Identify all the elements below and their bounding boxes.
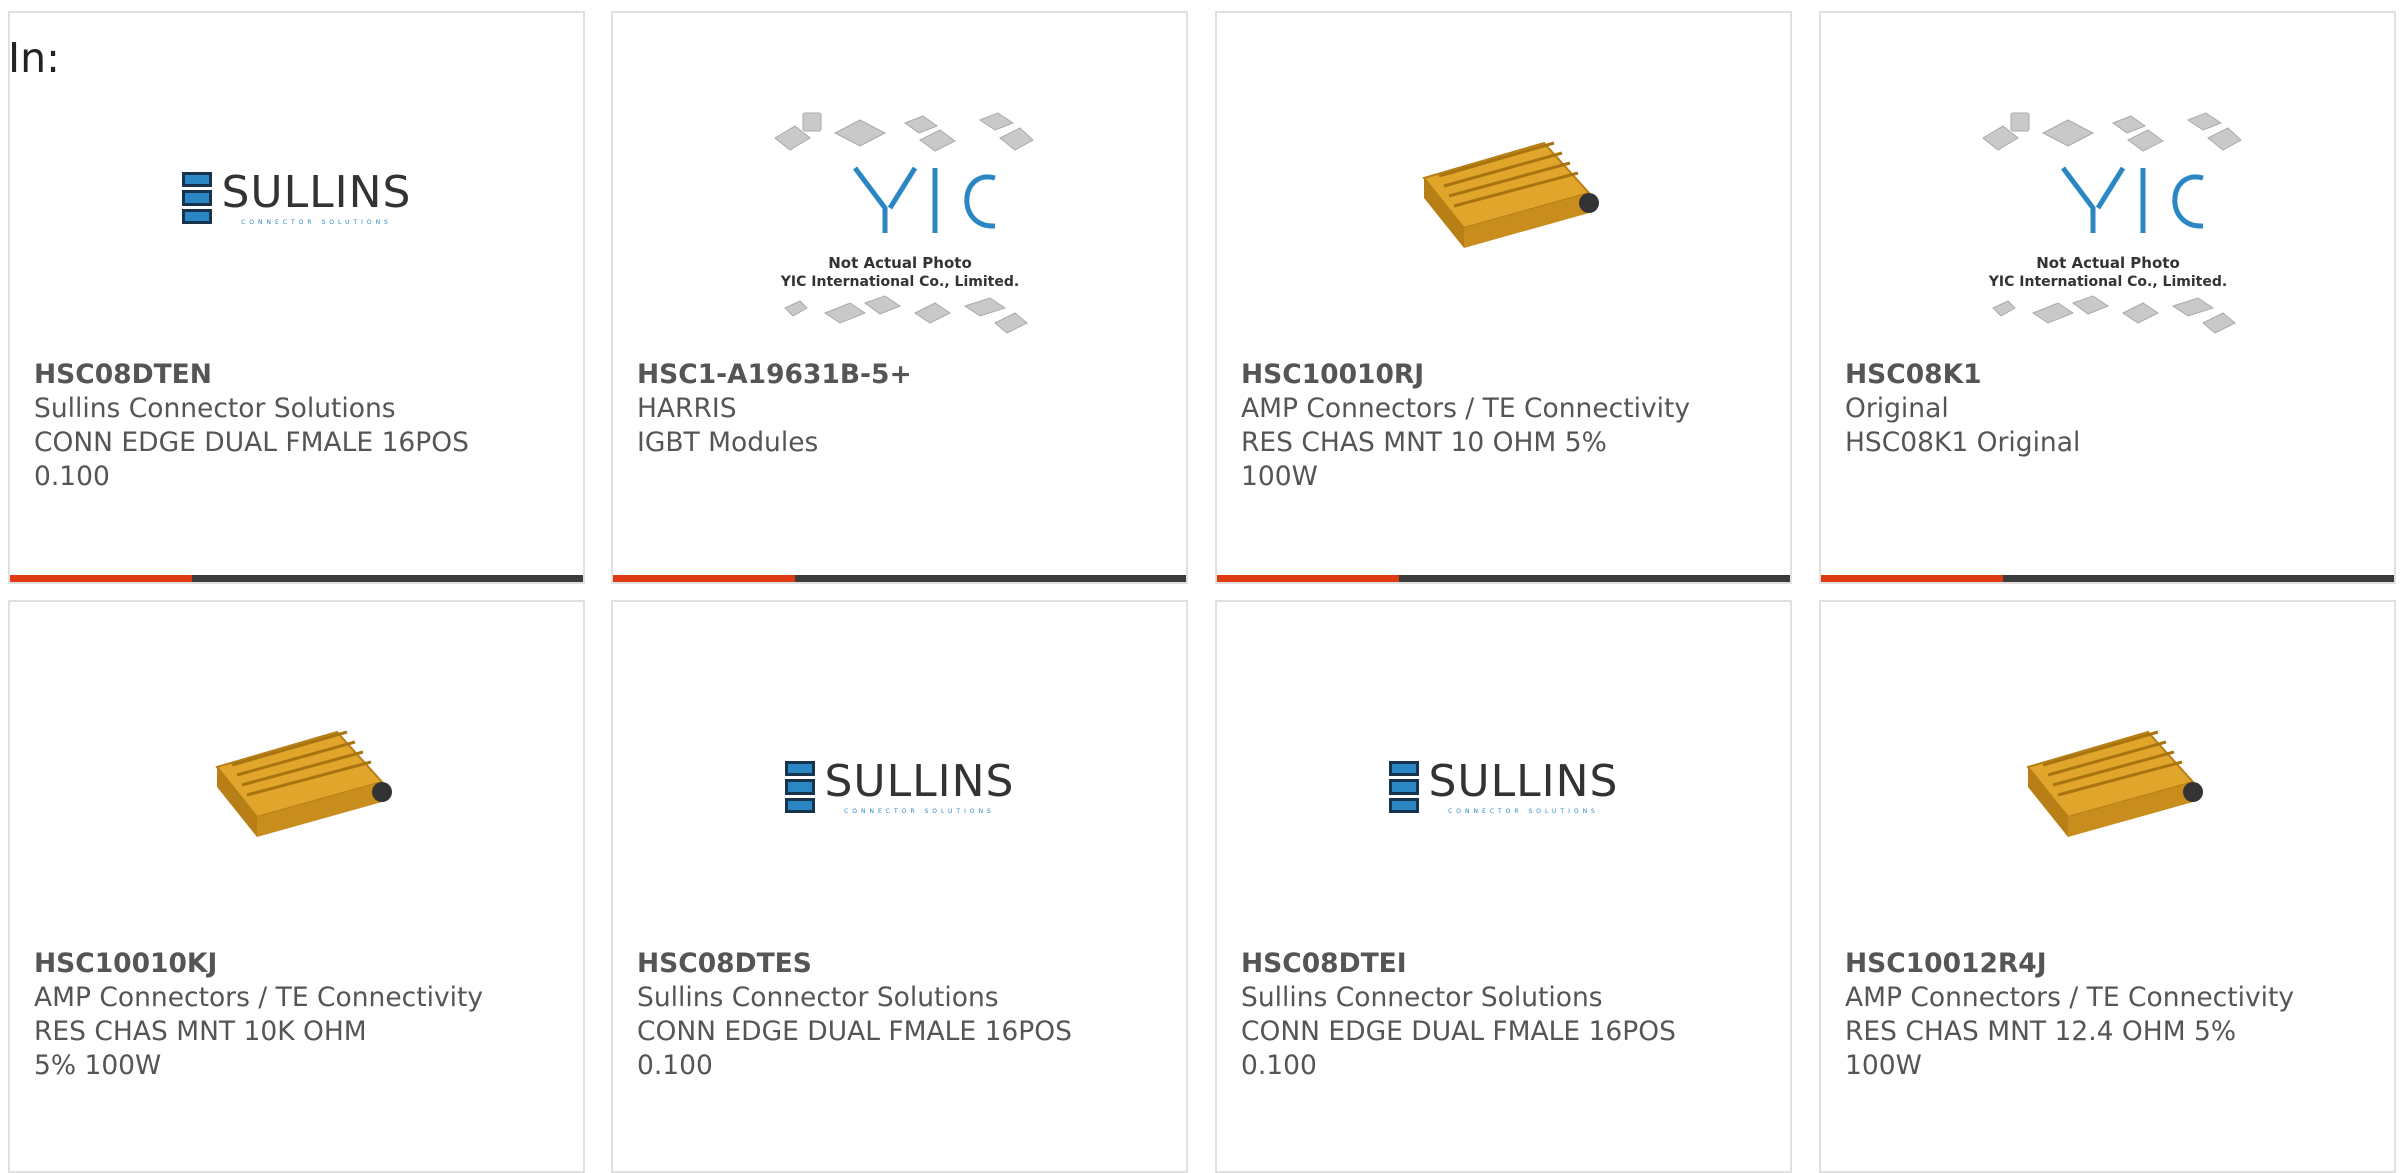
card-accent-bar xyxy=(1217,575,1790,582)
description: RES CHAS MNT 10K OHM 5% 100W xyxy=(34,1016,367,1081)
part-number[interactable]: HSC08K1 xyxy=(1845,358,2374,392)
part-number[interactable]: HSC10010KJ xyxy=(34,947,563,981)
card-accent-bar xyxy=(613,575,1186,582)
manufacturer: AMP Connectors / TE Connectivity xyxy=(1845,982,2295,1013)
product-card[interactable]: HSC10012R4J AMP Connectors / TE Connecti… xyxy=(1819,600,2396,1173)
part-number[interactable]: HSC1-A19631B-5+ xyxy=(637,358,1166,392)
product-card[interactable]: SULLINS CONNECTOR SOLUTIONS HSC08DTES Sul… xyxy=(611,600,1188,1173)
resistor-photo xyxy=(214,730,392,837)
manufacturer: Sullins Connector Solutions xyxy=(34,393,396,424)
description: HSC08K1 Original xyxy=(1845,427,2081,458)
description: CONN EDGE DUAL FMALE 16POS 0.100 xyxy=(1241,1016,1676,1081)
svg-text:Not Actual Photo: Not Actual Photo xyxy=(2036,254,2180,272)
manufacturer: AMP Connectors / TE Connectivity xyxy=(1241,393,1691,424)
card-accent-bar xyxy=(10,575,583,582)
product-card[interactable]: Not Actual Photo YIC International Co., … xyxy=(611,11,1188,584)
svg-text:YIC International Co., Limited: YIC International Co., Limited. xyxy=(1987,274,2226,290)
product-card[interactable]: HSC10010RJ AMP Connectors / TE Connectiv… xyxy=(1215,11,1792,584)
product-image xyxy=(10,687,583,887)
manufacturer: HARRIS xyxy=(637,393,737,424)
yic-placeholder-image: Not Actual Photo YIC International Co., … xyxy=(773,112,1034,334)
product-card[interactable]: HSC10010KJ AMP Connectors / TE Connectiv… xyxy=(8,600,585,1173)
part-number[interactable]: HSC08DTES xyxy=(637,947,1166,981)
part-number[interactable]: HSC10010RJ xyxy=(1241,358,1770,392)
product-card[interactable]: SULLINS CONNECTOR SOLUTIONS HSC08DTEI Sul… xyxy=(1215,600,1792,1173)
svg-text:YIC International Co., Limited: YIC International Co., Limited. xyxy=(779,274,1018,290)
description: IGBT Modules xyxy=(637,427,819,458)
product-image xyxy=(1217,98,1790,298)
manufacturer: Sullins Connector Solutions xyxy=(637,982,999,1013)
product-image: Not Actual Photo YIC International Co., … xyxy=(613,103,1186,353)
resistor-photo xyxy=(1421,141,1599,248)
product-image: SULLINS CONNECTOR SOLUTIONS xyxy=(10,98,583,298)
description: CONN EDGE DUAL FMALE 16POS 0.100 xyxy=(34,427,469,492)
product-card[interactable]: Not Actual Photo YIC International Co., … xyxy=(1819,11,2396,584)
product-card[interactable]: SULLINS CONNECTOR SOLUTIONS HSC08DTEN Sul… xyxy=(8,11,585,584)
part-number[interactable]: HSC08DTEN xyxy=(34,358,563,392)
sullins-logo: SULLINS CONNECTOR SOLUTIONS xyxy=(1388,759,1619,815)
card-accent-bar xyxy=(1821,575,2394,582)
product-image: SULLINS CONNECTOR SOLUTIONS xyxy=(1217,687,1790,887)
sullins-logo: SULLINS CONNECTOR SOLUTIONS xyxy=(181,170,412,226)
manufacturer: Sullins Connector Solutions xyxy=(1241,982,1603,1013)
manufacturer: AMP Connectors / TE Connectivity xyxy=(34,982,484,1013)
filter-label: In: xyxy=(8,34,60,82)
manufacturer: Original xyxy=(1845,393,1949,424)
yic-placeholder-image: Not Actual Photo YIC International Co., … xyxy=(1981,112,2242,334)
description: RES CHAS MNT 10 OHM 5% 100W xyxy=(1241,427,1607,492)
svg-text:Not Actual Photo: Not Actual Photo xyxy=(828,254,972,272)
sullins-logo: SULLINS CONNECTOR SOLUTIONS xyxy=(784,759,1015,815)
description: RES CHAS MNT 12.4 OHM 5% 100W xyxy=(1845,1016,2237,1081)
product-image: SULLINS CONNECTOR SOLUTIONS xyxy=(613,687,1186,887)
resistor-photo xyxy=(2025,730,2203,837)
part-number[interactable]: HSC08DTEI xyxy=(1241,947,1770,981)
product-image xyxy=(1821,687,2394,887)
description: CONN EDGE DUAL FMALE 16POS 0.100 xyxy=(637,1016,1072,1081)
product-image: Not Actual Photo YIC International Co., … xyxy=(1821,103,2394,353)
part-number[interactable]: HSC10012R4J xyxy=(1845,947,2374,981)
